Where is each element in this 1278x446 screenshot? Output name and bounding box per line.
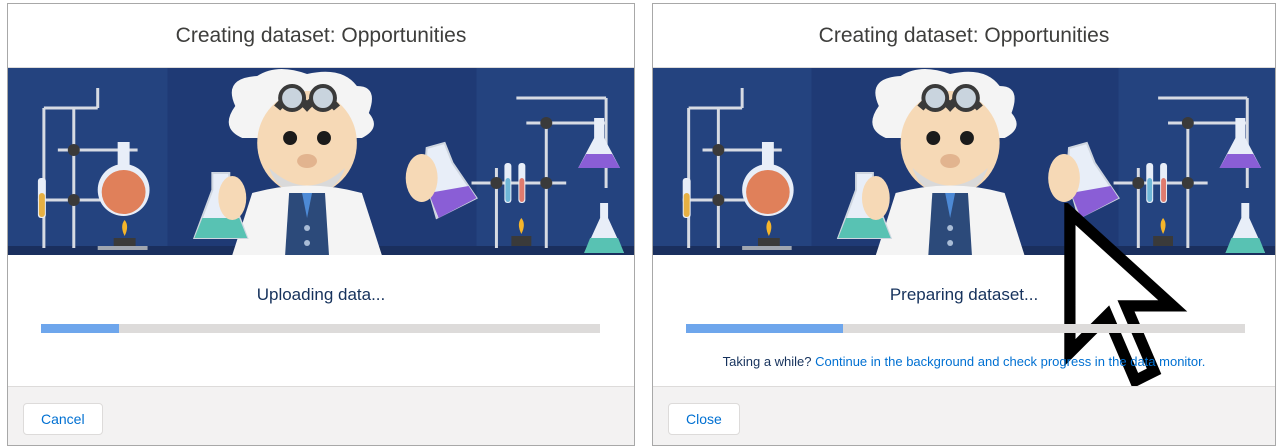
close-button[interactable]: Close xyxy=(668,403,740,435)
progress-status: Preparing dataset... xyxy=(889,285,1039,304)
modal-footer: Cancel xyxy=(8,386,634,445)
modal-title: Creating dataset: Opportunities xyxy=(8,4,634,68)
hint-prefix: Taking a while? xyxy=(722,354,816,369)
progress-bar xyxy=(686,324,1245,333)
cancel-button[interactable]: Cancel xyxy=(23,403,103,435)
modal-footer: Close xyxy=(653,386,1275,445)
einstein-scientist-illustration xyxy=(653,68,1275,389)
progress-status: Uploading data... xyxy=(256,285,386,304)
background-hint: Taking a while? Continue in the backgrou… xyxy=(653,354,1275,369)
data-monitor-link[interactable]: Continue in the background and check pro… xyxy=(815,354,1205,369)
progress-bar-fill xyxy=(686,324,843,333)
progress-bar-fill xyxy=(41,324,120,333)
einstein-scientist-illustration xyxy=(8,68,634,255)
progress-bar xyxy=(41,324,600,333)
modal-title: Creating dataset: Opportunities xyxy=(653,4,1275,68)
dataset-modal-preparing: Creating dataset: Opportunities Preparin… xyxy=(652,3,1276,446)
dataset-modal-uploading: Creating dataset: Opportunities Uploadin… xyxy=(7,3,635,446)
